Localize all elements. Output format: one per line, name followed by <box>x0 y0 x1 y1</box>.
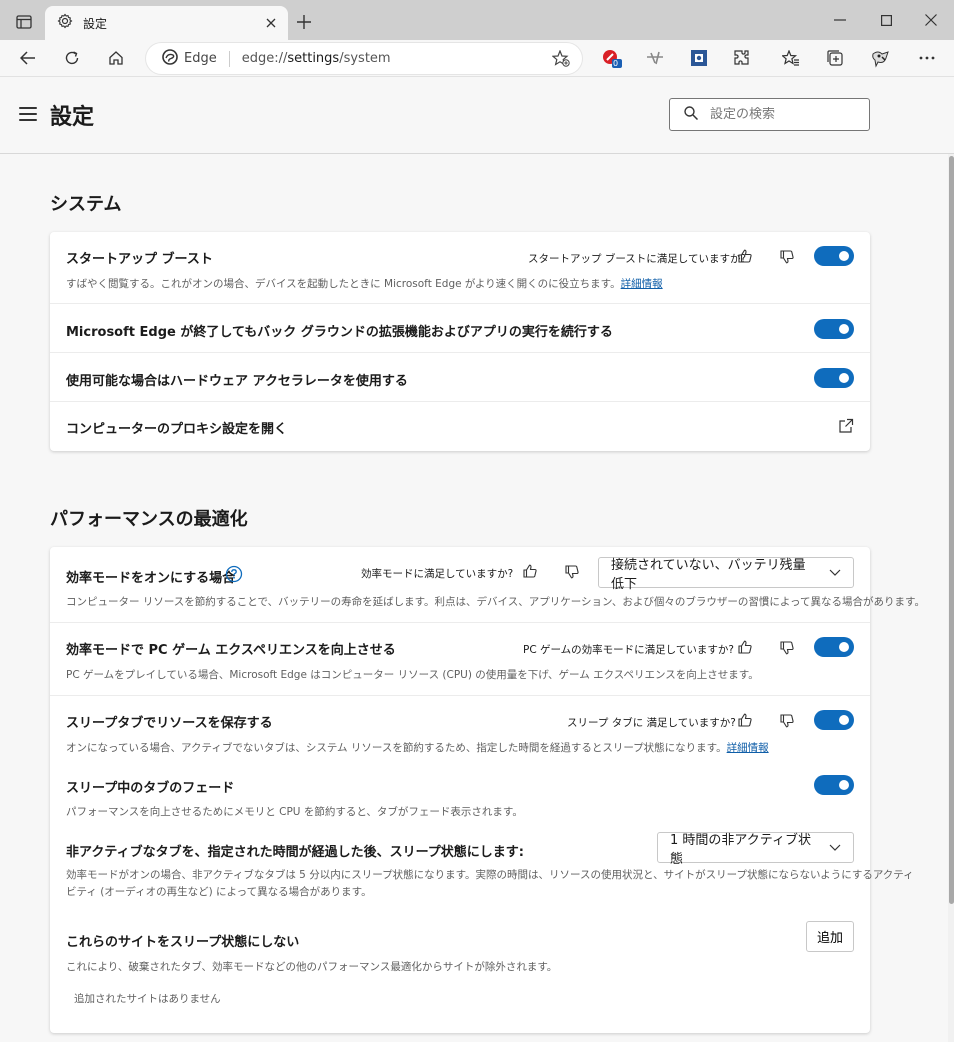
efficiency-mode-desc: コンピューター リソースを節約することで、バッテリーの寿命を延ばします。利点は、… <box>66 596 925 608</box>
inactive-tabs-title: 非アクティブなタブを、指定された時間が経過した後、スリープ状態にします: <box>66 845 524 860</box>
never-sleep-title: これらのサイトをスリープ状態にしない <box>66 935 300 950</box>
section-title-system: システム <box>50 194 122 215</box>
minimize-icon[interactable] <box>817 6 863 34</box>
hardware-accel-title: 使用可能な場合はハードウェア アクセラレータを使用する <box>66 374 408 389</box>
site-label: Edge <box>184 51 217 66</box>
pc-gaming-row: 効率モードで PC ゲーム エクスペリエンスを向上させる PC ゲームの効率モー… <box>50 623 870 696</box>
tab-actions-icon[interactable] <box>10 10 38 34</box>
settings-header: 設定 <box>0 77 954 154</box>
startup-boost-toggle[interactable] <box>814 246 854 266</box>
hardware-accel-row: 使用可能な場合はハードウェア アクセラレータを使用する <box>50 353 870 402</box>
sleeping-tabs-feedback: スリープ タブに 満足していますか? <box>567 717 736 729</box>
inactive-tabs-desc-line1: 効率モードがオンの場合、非アクティブなタブは 5 分以内にスリープ状態になります… <box>66 869 914 881</box>
extension-translate-icon[interactable] <box>640 44 670 72</box>
fade-tabs-desc: パフォーマンスを向上させるためにメモリと CPU を節約すると、タブがフェード表… <box>66 806 523 818</box>
browser-toolbar: Edge edge://settings/system 0 <box>0 40 954 77</box>
thumbs-down-icon[interactable] <box>778 639 796 657</box>
thumbs-up-icon[interactable] <box>736 711 754 729</box>
gear-icon <box>57 13 73 33</box>
collections-icon[interactable] <box>820 44 850 72</box>
new-tab-icon[interactable] <box>292 11 316 33</box>
efficiency-mode-selected: 接続されていない、バッテリ残量低下 <box>611 557 806 592</box>
sleeping-tabs-toggle[interactable] <box>814 710 854 730</box>
startup-boost-row: スタートアップ ブースト スタートアップ ブーストに満足していますか? すばやく… <box>50 232 870 304</box>
thumbs-down-icon[interactable] <box>563 563 581 581</box>
close-tab-icon[interactable] <box>262 14 280 32</box>
hardware-accel-toggle[interactable] <box>814 368 854 388</box>
extension-adblock-icon[interactable]: 0 <box>597 44 627 72</box>
page-title: 設定 <box>50 105 95 130</box>
startup-boost-title: スタートアップ ブースト <box>66 252 213 267</box>
background-extensions-toggle[interactable] <box>814 319 854 339</box>
sleeping-tabs-group: スリープタブでリソースを保存する スリープ タブに 満足していますか? オンにな… <box>50 696 914 1033</box>
add-site-button[interactable]: 追加 <box>806 921 854 952</box>
search-input[interactable] <box>710 107 850 122</box>
chevron-down-icon <box>829 840 841 855</box>
efficiency-mode-feedback: 効率モードに満足していますか? <box>361 568 514 580</box>
sleeping-tabs-learn-more-link[interactable]: 詳細情報 <box>727 742 769 754</box>
title-bar: 設定 <box>0 0 954 40</box>
startup-boost-learn-more-link[interactable]: 詳細情報 <box>621 278 663 290</box>
close-window-icon[interactable] <box>908 6 954 34</box>
proxy-settings-row[interactable]: コンピューターのプロキシ設定を開く <box>50 402 870 451</box>
tab-title: 設定 <box>83 16 108 31</box>
thumbs-up-icon[interactable] <box>736 247 754 265</box>
thumbs-up-icon[interactable] <box>521 562 539 580</box>
efficiency-mode-row: 効率モードをオンにする場合 効率モードに満足していますか? 接続されていない、バ… <box>50 547 925 623</box>
page-scrollbar[interactable] <box>948 154 954 1042</box>
pc-gaming-title: 効率モードで PC ゲーム エクスペリエンスを向上させる <box>66 643 396 658</box>
more-options-icon[interactable] <box>912 44 942 72</box>
proxy-settings-title: コンピューターのプロキシ設定を開く <box>66 422 288 437</box>
inactive-timeout-dropdown[interactable]: 1 時間の非アクティブ状態 <box>657 832 854 867</box>
fade-tabs-title: スリープ中のタブのフェード <box>66 781 235 796</box>
thumbs-up-icon[interactable] <box>736 638 754 656</box>
pc-gaming-toggle[interactable] <box>814 637 854 657</box>
scrollbar-thumb[interactable] <box>949 156 954 904</box>
edge-logo-icon <box>162 48 178 69</box>
fade-tabs-toggle[interactable] <box>814 775 854 795</box>
startup-boost-feedback: スタートアップ ブーストに満足していますか? <box>528 253 747 265</box>
background-extensions-title: Microsoft Edge が終了してもバック グラウンドの拡張機能およびアプ… <box>66 325 613 340</box>
thumbs-down-icon[interactable] <box>778 248 796 266</box>
url-text: edge://settings/system <box>241 51 391 66</box>
extensions-icon[interactable] <box>727 44 757 72</box>
address-bar[interactable]: Edge edge://settings/system <box>146 43 582 74</box>
section-title-performance: パフォーマンスの最適化 <box>50 509 248 530</box>
profile-avatar[interactable] <box>866 44 896 72</box>
inactive-timeout-selected: 1 時間の非アクティブ状態 <box>670 832 811 867</box>
menu-icon[interactable] <box>19 107 37 121</box>
favorites-icon[interactable] <box>776 44 806 72</box>
performance-card: 効率モードをオンにする場合 効率モードに満足していますか? 接続されていない、バ… <box>50 547 925 1033</box>
home-icon[interactable] <box>101 44 131 72</box>
pc-gaming-feedback: PC ゲームの効率モードに満足していますか? <box>523 644 734 656</box>
chevron-down-icon <box>829 565 841 580</box>
tab-settings[interactable]: 設定 <box>45 6 288 40</box>
open-external-icon[interactable] <box>838 418 854 438</box>
never-sleep-empty: 追加されたサイトはありません <box>74 993 221 1005</box>
sleeping-tabs-desc: オンになっている場合、アクティブでないタブは、システム リソースを節約するため、… <box>66 742 769 754</box>
back-icon[interactable] <box>13 44 43 72</box>
add-favorite-icon[interactable] <box>551 49 570 71</box>
never-sleep-desc: これにより、破棄されたタブ、効率モードなどの他のパフォーマンス最適化からサイトが… <box>66 961 558 973</box>
efficiency-mode-title: 効率モードをオンにする場合 <box>66 571 236 586</box>
inactive-tabs-desc-line2: ビティ (オーディオの再生など) によって異なる場合があります。 <box>66 886 372 898</box>
maximize-icon[interactable] <box>863 6 909 34</box>
extension-badge: 0 <box>613 59 619 68</box>
refresh-icon[interactable] <box>57 44 87 72</box>
pc-gaming-desc: PC ゲームをプレイしている場合、Microsoft Edge はコンピューター… <box>66 669 759 681</box>
thumbs-down-icon[interactable] <box>778 712 796 730</box>
sleeping-tabs-title: スリープタブでリソースを保存する <box>66 716 273 731</box>
background-extensions-row: Microsoft Edge が終了してもバック グラウンドの拡張機能およびアプ… <box>50 304 870 353</box>
search-icon <box>684 105 699 124</box>
settings-search[interactable] <box>669 98 870 131</box>
help-icon[interactable] <box>225 565 243 587</box>
startup-boost-desc: すばやく閲覧する。これがオンの場合、デバイスを起動したときに Microsoft… <box>66 278 663 290</box>
address-divider <box>228 50 230 67</box>
efficiency-mode-dropdown[interactable]: 接続されていない、バッテリ残量低下 <box>598 557 854 592</box>
extension-screenshot-icon[interactable] <box>684 44 714 72</box>
system-card: スタートアップ ブースト スタートアップ ブーストに満足していますか? すばやく… <box>50 232 870 451</box>
